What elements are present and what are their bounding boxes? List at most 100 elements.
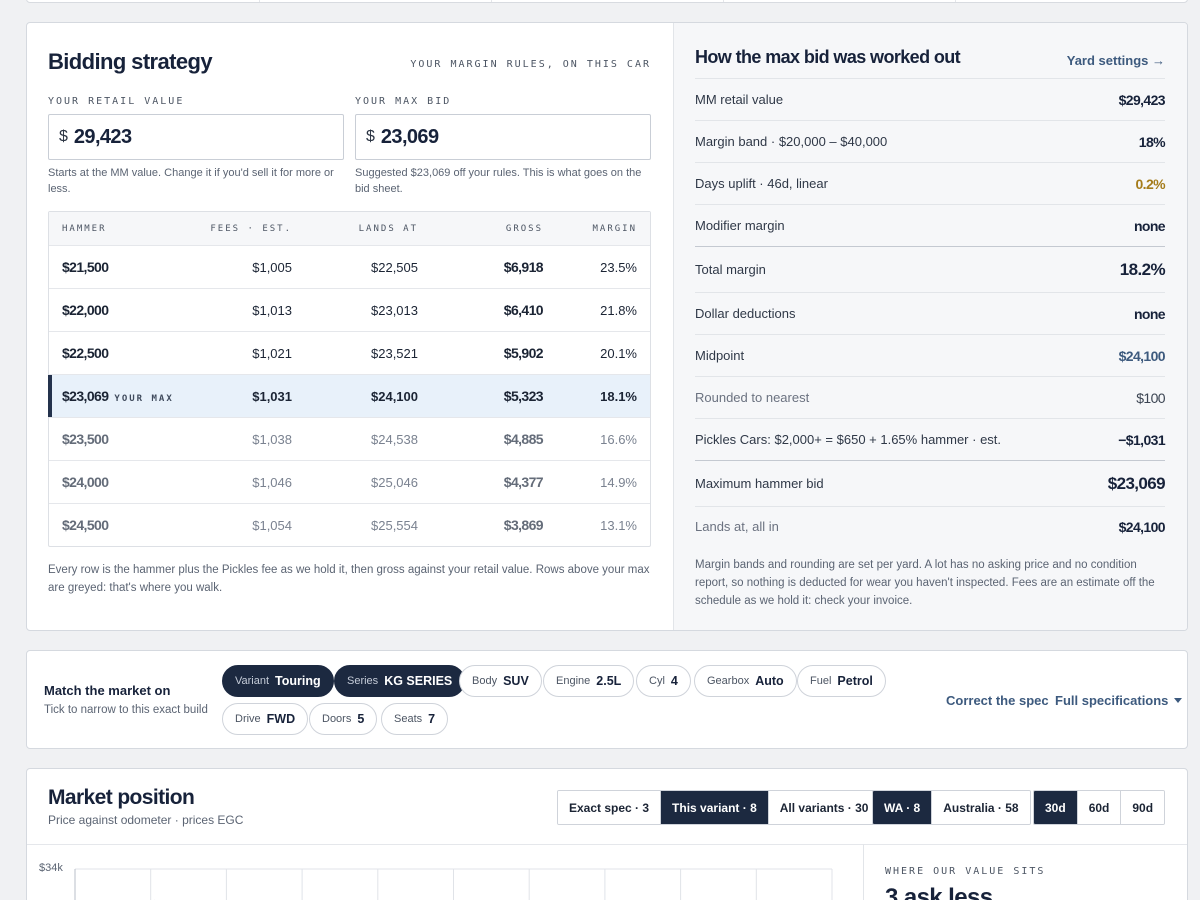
workings-label: Days uplift · 46d, linear: [695, 176, 828, 191]
workings-label: Margin band · $20,000 – $40,000: [695, 134, 888, 149]
workings-row: Modifier margin none: [695, 204, 1166, 246]
workings-label: MM retail value: [695, 92, 784, 107]
chip-value: 7: [428, 712, 436, 726]
bid-ladder-footnote: Every row is the hammer plus the Pickles…: [48, 564, 650, 594]
fees-cell: $1,031: [252, 388, 292, 404]
your-max-tag: YOUR MAX: [114, 394, 174, 404]
hammer-cell: $23,500: [62, 431, 109, 447]
workings-value: 18%: [1138, 133, 1166, 150]
chip-key: Variant: [235, 675, 270, 687]
workings-label: Modifier margin: [695, 218, 785, 233]
period-90d[interactable]: 90d: [1120, 791, 1165, 824]
margin-cell: 13.1%: [600, 517, 637, 533]
workings-value: $100: [1136, 389, 1165, 406]
workings-label: Pickles Cars: $2,000+ = $650 + 1.65% ham…: [695, 432, 1002, 447]
period-toggle: 30d 60d 90d: [1033, 790, 1166, 825]
scope-exact-spec[interactable]: Exact spec · 3: [558, 791, 661, 824]
table-row-your-max[interactable]: $23,069 YOUR MAX $1,031 $24,100 $5,323 18…: [48, 374, 650, 417]
margin-rules-caption: YOUR MARGIN RULES, ON THIS CAR: [410, 59, 651, 70]
chip-cyl[interactable]: Cyl 4: [636, 665, 691, 697]
table-row[interactable]: $24,500 $1,054 $25,554 $3,869 13.1%: [49, 503, 650, 546]
chip-key: Gearbox: [707, 675, 750, 687]
max-bid-input[interactable]: $ 23,069: [355, 114, 651, 160]
chip-seats[interactable]: Seats 7: [381, 703, 449, 735]
workings-label: Midpoint: [695, 348, 745, 363]
lands-at-cell: $23,013: [371, 302, 418, 318]
header-hammer: HAMMER: [62, 223, 107, 234]
region-wa[interactable]: WA · 8: [873, 791, 932, 824]
chip-drive[interactable]: Drive FWD: [222, 703, 309, 735]
market-position-subtitle: Price against odometer · prices EGC: [48, 813, 244, 827]
lands-at-cell: $23,521: [371, 345, 418, 361]
table-row[interactable]: $22,500 $1,021 $23,521 $5,902 20.1%: [49, 331, 650, 374]
table-row[interactable]: $21,500 $1,005 $22,505 $6,918 23.5%: [49, 245, 650, 288]
full-specifications-dropdown[interactable]: Full specifications: [1055, 693, 1183, 708]
bid-ladder-table: HAMMER FEES · EST. LANDS AT GROSS MARGIN…: [48, 211, 651, 547]
chip-key: Seats: [394, 713, 423, 725]
chip-engine[interactable]: Engine 2.5L: [543, 665, 635, 697]
match-market-title: Match the market on: [44, 683, 171, 698]
retail-value-input[interactable]: $ 29,423: [48, 114, 344, 160]
chip-variant[interactable]: Variant Touring: [222, 665, 334, 697]
chip-key: Doors: [322, 713, 352, 725]
workings-value: $23,069: [1107, 473, 1166, 493]
chip-value: 5: [357, 712, 365, 726]
period-30d[interactable]: 30d: [1034, 791, 1077, 824]
vertical-gridlines: [150, 869, 833, 900]
gross-cell: $6,918: [503, 259, 544, 275]
fees-cell: $1,054: [252, 517, 292, 533]
table-row[interactable]: $24,000 $1,046 $25,046 $4,377 14.9%: [49, 460, 650, 503]
chip-body[interactable]: Body SUV: [459, 665, 542, 697]
chip-key: Fuel: [810, 675, 832, 687]
chip-value: 2.5L: [596, 674, 622, 688]
workings-label: Maximum hammer bid: [695, 476, 824, 491]
workings-row: Dollar deductions none: [695, 292, 1166, 334]
bidding-panel: Bidding strategy YOUR MARGIN RULES, ON T…: [27, 23, 673, 630]
workings-value: none: [1133, 217, 1166, 234]
chip-value: KG SERIES: [384, 674, 453, 688]
workings-label: Dollar deductions: [695, 306, 796, 321]
gross-cell: $4,377: [503, 474, 544, 490]
lands-at-cell: $24,100: [371, 388, 418, 404]
workings-value: −$1,031: [1118, 431, 1165, 448]
chip-key: Series: [347, 675, 379, 687]
table-row[interactable]: $22,000 $1,013 $23,013 $6,410 21.8%: [49, 288, 650, 331]
match-market-subtitle: Tick to narrow to this exact build: [44, 704, 208, 716]
price-odometer-chart: $34k: [39, 862, 833, 900]
period-60d[interactable]: 60d: [1076, 791, 1121, 824]
table-row[interactable]: $23,500 $1,038 $24,538 $4,885 16.6%: [49, 417, 650, 460]
retail-value-help: Starts at the MM value. Change it if you…: [48, 167, 334, 195]
value-position-panel: WHERE OUR VALUE SITS 3.ask less: [863, 844, 1187, 900]
workings-note: Margin bands and rounding are set per ya…: [695, 559, 1155, 607]
workings-label: Rounded to nearest: [695, 390, 810, 405]
scope-all-variants[interactable]: All variants · 30: [767, 791, 880, 824]
workings-row: Pickles Cars: $2,000+ = $650 + 1.65% ham…: [695, 418, 1166, 460]
chip-value: FWD: [266, 712, 296, 726]
value-position-summary: 3.ask less: [885, 884, 993, 900]
chip-fuel[interactable]: Fuel Petrol: [797, 665, 886, 697]
chip-series[interactable]: Series KG SERIES: [334, 665, 466, 697]
margin-cell: 23.5%: [600, 259, 637, 275]
gross-cell: $4,885: [503, 431, 544, 447]
yard-settings-link[interactable]: Yard settings →: [1067, 53, 1165, 68]
header-lands-at: LANDS AT: [358, 223, 418, 234]
currency-symbol: $: [59, 128, 68, 145]
fees-cell: $1,046: [252, 474, 292, 490]
correct-spec-link[interactable]: Correct the spec: [946, 693, 1049, 708]
bidding-strategy-card: Bidding strategy YOUR MARGIN RULES, ON T…: [26, 22, 1188, 631]
workings-value: $24,100: [1118, 347, 1166, 364]
retail-value-amount: 29,423: [73, 125, 132, 148]
chip-gearbox[interactable]: Gearbox Auto: [694, 665, 797, 697]
gross-cell: $3,869: [503, 517, 544, 533]
scope-toggle: Exact spec · 3 This variant · 8 All vari…: [557, 790, 881, 825]
gross-cell: $5,323: [503, 388, 544, 404]
workings-label: Total margin: [695, 262, 766, 277]
chip-doors[interactable]: Doors 5: [309, 703, 378, 735]
margin-cell: 20.1%: [600, 345, 637, 361]
scope-this-variant[interactable]: This variant · 8: [660, 791, 768, 824]
region-australia[interactable]: Australia · 58: [931, 791, 1030, 824]
workings-label: Lands at, all in: [695, 519, 779, 534]
workings-row: MM retail value $29,423: [695, 78, 1166, 120]
full-specifications-label: Full specifications: [1055, 693, 1169, 708]
lands-at-cell: $22,505: [371, 259, 418, 275]
